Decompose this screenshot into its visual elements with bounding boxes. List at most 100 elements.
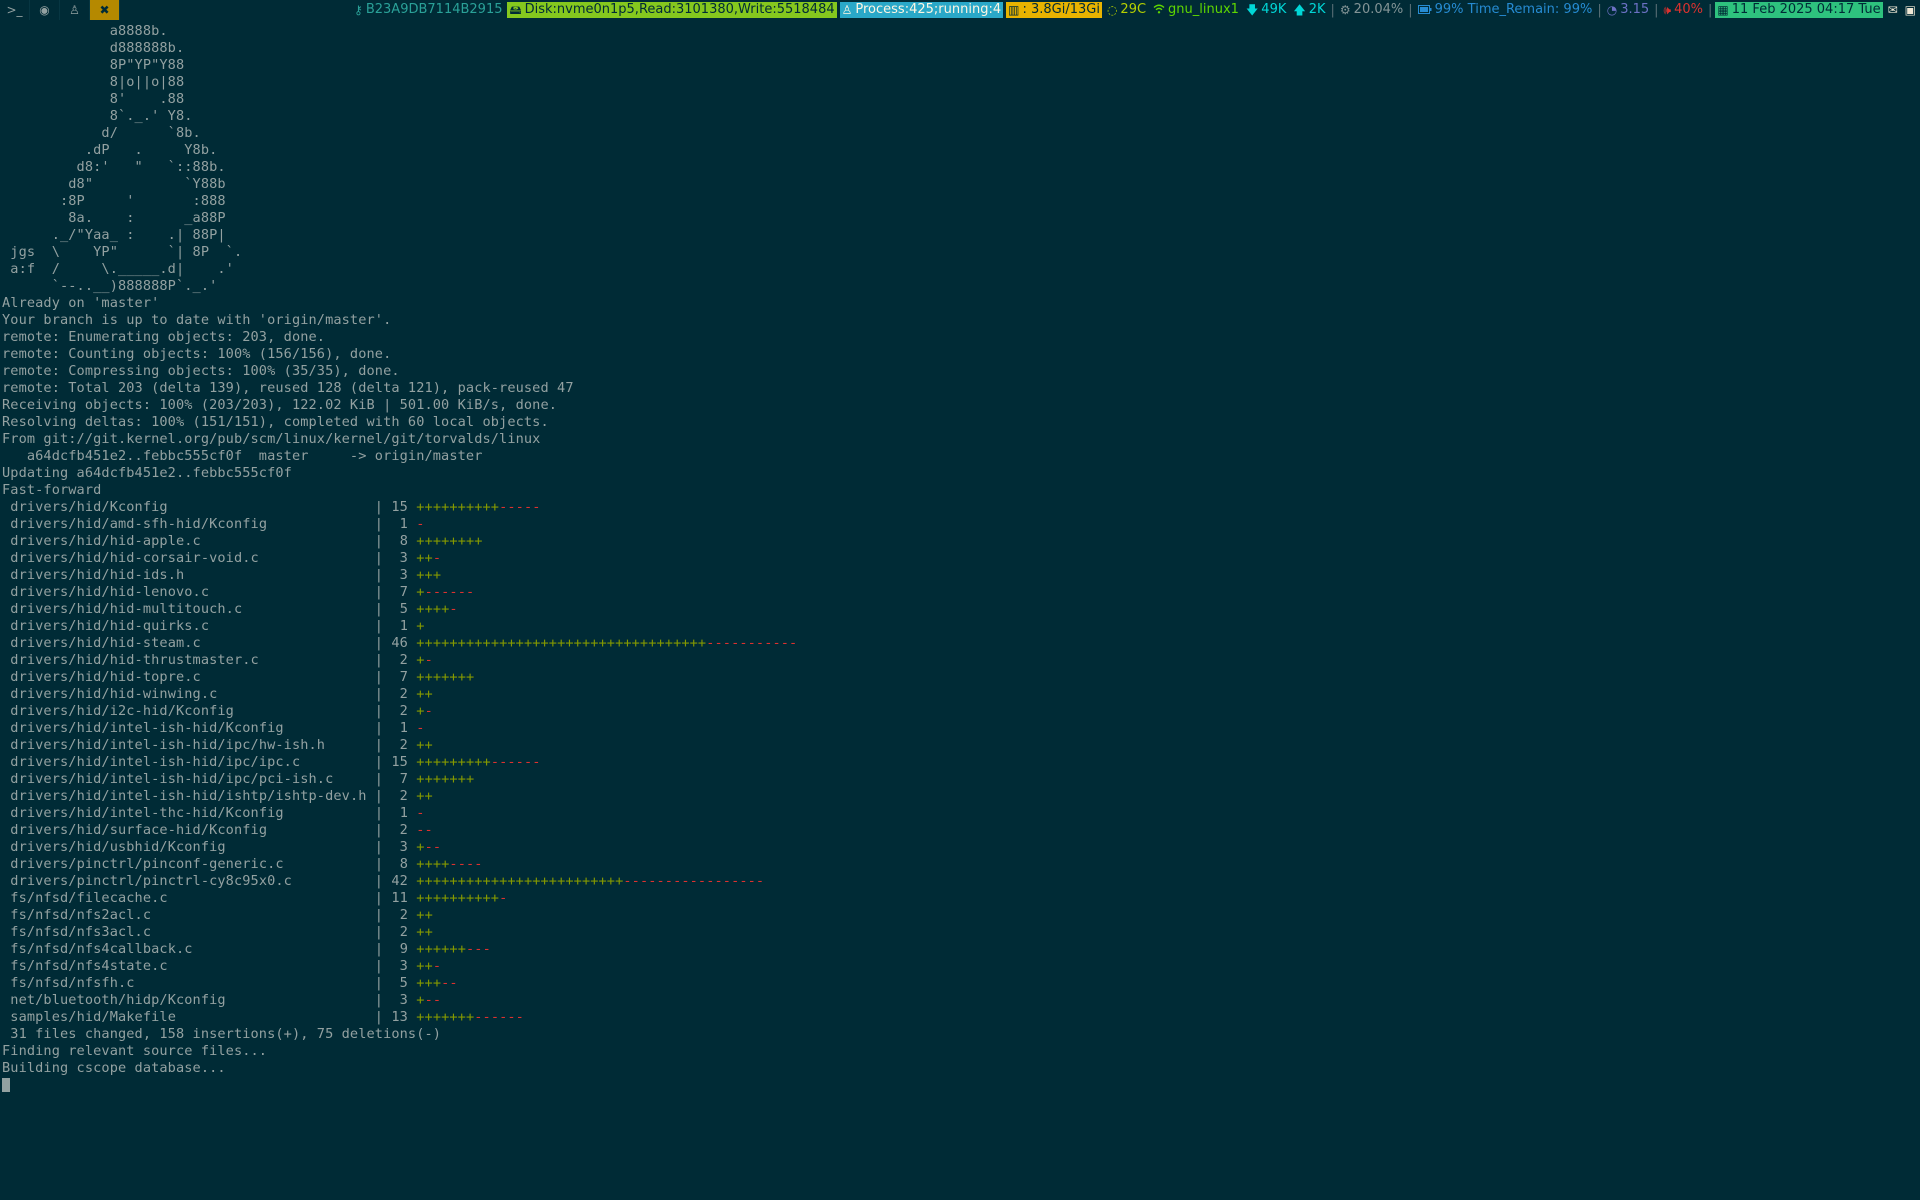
git-output-line: a64dcfb451e2..febbc555cf0f master -> ori…: [2, 448, 483, 464]
separator: |: [1654, 2, 1659, 18]
workspace-4[interactable]: ✖: [90, 0, 120, 20]
ascii-art: a8888b. d888888b. 8P"YP"Y88 8|o||o|88 8'…: [2, 23, 1918, 295]
disk-segment: 🖴 Disk:nvme0n1p5,Read:3101380,Write:5518…: [507, 2, 837, 18]
load-text: 3.15: [1620, 2, 1650, 17]
diffstat-count: 7: [399, 771, 408, 787]
ascii-art-line: jgs \ YP" `| 8P `.: [2, 244, 243, 260]
ascii-art-line: :8P ' :888: [2, 193, 226, 209]
ascii-art-line: d/ `8b.: [2, 125, 201, 141]
diffstat-count: 3: [399, 550, 408, 566]
diffstat-deletions: ------: [474, 1009, 524, 1025]
diffstat-row: drivers/hid/hid-apple.c | 8 ++++++++: [10, 533, 483, 549]
diffstat-row: drivers/hid/hid-corsair-void.c | 3 ++-: [10, 550, 442, 566]
diffstat-path: drivers/hid/hid-ids.h: [10, 567, 185, 583]
arrow-up-icon: 🡅: [1293, 3, 1306, 17]
battery-segment: 99% Time_Remain: 99%: [1416, 2, 1595, 18]
diffstat-row: drivers/hid/hid-steam.c | 46 +++++++++++…: [10, 635, 798, 651]
ascii-art-line: d888888b.: [2, 40, 185, 56]
diffstat-count: 8: [399, 533, 408, 549]
diffstat-row: drivers/hid/surface-hid/Kconfig | 2 --: [10, 822, 433, 838]
diffstat-insertions: ++: [416, 737, 433, 753]
tray-segment[interactable]: ▣: [1903, 2, 1918, 18]
diffstat-row: fs/nfsd/nfs2acl.c | 2 ++: [10, 907, 433, 923]
diffstat-count: 2: [399, 907, 408, 923]
cpu-text: 20.04%: [1353, 2, 1404, 17]
mail-segment[interactable]: ✉: [1886, 2, 1900, 18]
diffstat-deletions: -: [424, 703, 433, 719]
diffstat-row: drivers/hid/hid-topre.c | 7 +++++++: [10, 669, 475, 685]
diffstat-row: drivers/hid/hid-thrustmaster.c | 2 +-: [10, 652, 433, 668]
workspace-2[interactable]: ◉: [30, 0, 60, 20]
build-output-line: Building cscope database...: [2, 1060, 226, 1076]
diffstat-count: 9: [399, 941, 408, 957]
diffstat-path: drivers/pinctrl/pinconf-generic.c: [10, 856, 284, 872]
diffstat-row: net/bluetooth/hidp/Kconfig | 3 +--: [10, 992, 442, 1008]
temperature-text: 29C: [1120, 2, 1147, 17]
diffstat-count: 15: [391, 499, 408, 515]
workspace-1[interactable]: >_: [0, 0, 30, 20]
diffstat-count: 7: [399, 669, 408, 685]
diffstat-insertions: ++++++: [416, 941, 466, 957]
diffstat-insertions: ++++++++: [416, 533, 483, 549]
linux-penguin-icon: ♙: [69, 3, 80, 17]
diffstat-row: drivers/hid/amd-sfh-hid/Kconfig | 1 -: [10, 516, 425, 532]
diffstat-list: drivers/hid/Kconfig | 15 ++++++++++-----…: [2, 499, 1918, 1026]
diffstat-count: 5: [399, 975, 408, 991]
separator: |: [1408, 2, 1413, 18]
diffstat-deletions: --: [441, 975, 458, 991]
diffstat-insertions: +: [416, 992, 425, 1008]
git-output-line: remote: Compressing objects: 100% (35/35…: [2, 363, 400, 379]
ascii-art-line: d8:' " `::88b.: [2, 159, 226, 175]
diffstat-row: drivers/hid/hid-quirks.c | 1 +: [10, 618, 425, 634]
temperature-segment: ◌ 29C: [1105, 2, 1148, 18]
diffstat-insertions: ++++++++++: [416, 499, 500, 515]
diffstat-count: 2: [399, 686, 408, 702]
serial-segment: ⚷ B23A9DB7114B2915: [352, 2, 504, 18]
terminal-icon: >_: [6, 3, 23, 17]
diffstat-deletions: -: [432, 550, 442, 566]
diffstat-insertions: +++: [416, 567, 442, 583]
diffstat-row: drivers/hid/hid-ids.h | 3 +++: [10, 567, 442, 583]
datetime-segment[interactable]: ▦ 11 Feb 2025 04:17 Tue: [1715, 2, 1883, 18]
net-up-text: 2K: [1308, 2, 1326, 17]
net-down-segment: 🡇 49K: [1244, 2, 1288, 18]
volume-segment[interactable]: 🕪 40%: [1662, 2, 1705, 18]
wifi-icon: [1153, 2, 1165, 18]
diffstat-deletions: --: [424, 839, 442, 855]
build-output: Finding relevant source files... Building…: [2, 1043, 1918, 1077]
diffstat-path: drivers/hid/i2c-hid/Kconfig: [10, 703, 234, 719]
diffstat-count: 8: [399, 856, 408, 872]
mail-icon: ✉: [1887, 3, 1898, 17]
diffstat-row: drivers/hid/hid-winwing.c | 2 ++: [10, 686, 433, 702]
workspace-3[interactable]: ♙: [60, 0, 90, 20]
diffstat-count: 1: [399, 516, 408, 532]
status-bar-right: ⚷ B23A9DB7114B2915 🖴 Disk:nvme0n1p5,Read…: [352, 0, 1920, 20]
diffstat-count: 2: [399, 652, 408, 668]
diffstat-row: fs/nfsd/filecache.c | 11 ++++++++++-: [10, 890, 508, 906]
diffstat-count: 2: [399, 788, 408, 804]
prompt-line[interactable]: [2, 1077, 1918, 1094]
status-bar: >_ ◉ ♙ ✖ ⚷ B23A9DB7114B2915 🖴 Disk:nvme0n1p…: [0, 0, 1920, 20]
diffstat-count: 3: [399, 992, 408, 1008]
diffstat-path: drivers/hid/surface-hid/Kconfig: [10, 822, 268, 838]
diffstat-row: drivers/hid/intel-thc-hid/Kconfig | 1 -: [10, 805, 425, 821]
net-up-segment: 🡅 2K: [1291, 2, 1327, 18]
diffstat-deletions: -----------------: [623, 873, 765, 889]
diffstat-count: 2: [399, 703, 408, 719]
tray-icon: ▣: [1904, 3, 1916, 17]
disk-text: Disk:nvme0n1p5,Read:3101380,Write:551848…: [524, 2, 835, 17]
diffstat-row: fs/nfsd/nfs4callback.c | 9 ++++++---: [10, 941, 491, 957]
diffstat-deletions: -: [499, 890, 508, 906]
load-segment: ◔ 3.15: [1605, 2, 1651, 18]
cpu-segment: ⚙ 20.04%: [1338, 2, 1405, 18]
terminal-window[interactable]: a8888b. d888888b. 8P"YP"Y88 8|o||o|88 8'…: [2, 23, 1918, 1195]
wifi-segment[interactable]: gnu_linux1: [1151, 2, 1241, 18]
diffstat-count: 46: [391, 635, 408, 651]
ascii-art-line: 8P"YP"Y88: [2, 57, 185, 73]
datetime-text: 11 Feb 2025 04:17 Tue: [1731, 2, 1881, 17]
diffstat-path: drivers/hid/intel-thc-hid/Kconfig: [10, 805, 284, 821]
diffstat-path: drivers/hid/hid-thrustmaster.c: [10, 652, 259, 668]
diffstat-path: drivers/hid/hid-topre.c: [10, 669, 201, 685]
diffstat-insertions: +++++++: [416, 771, 475, 787]
diffstat-count: 15: [391, 754, 408, 770]
